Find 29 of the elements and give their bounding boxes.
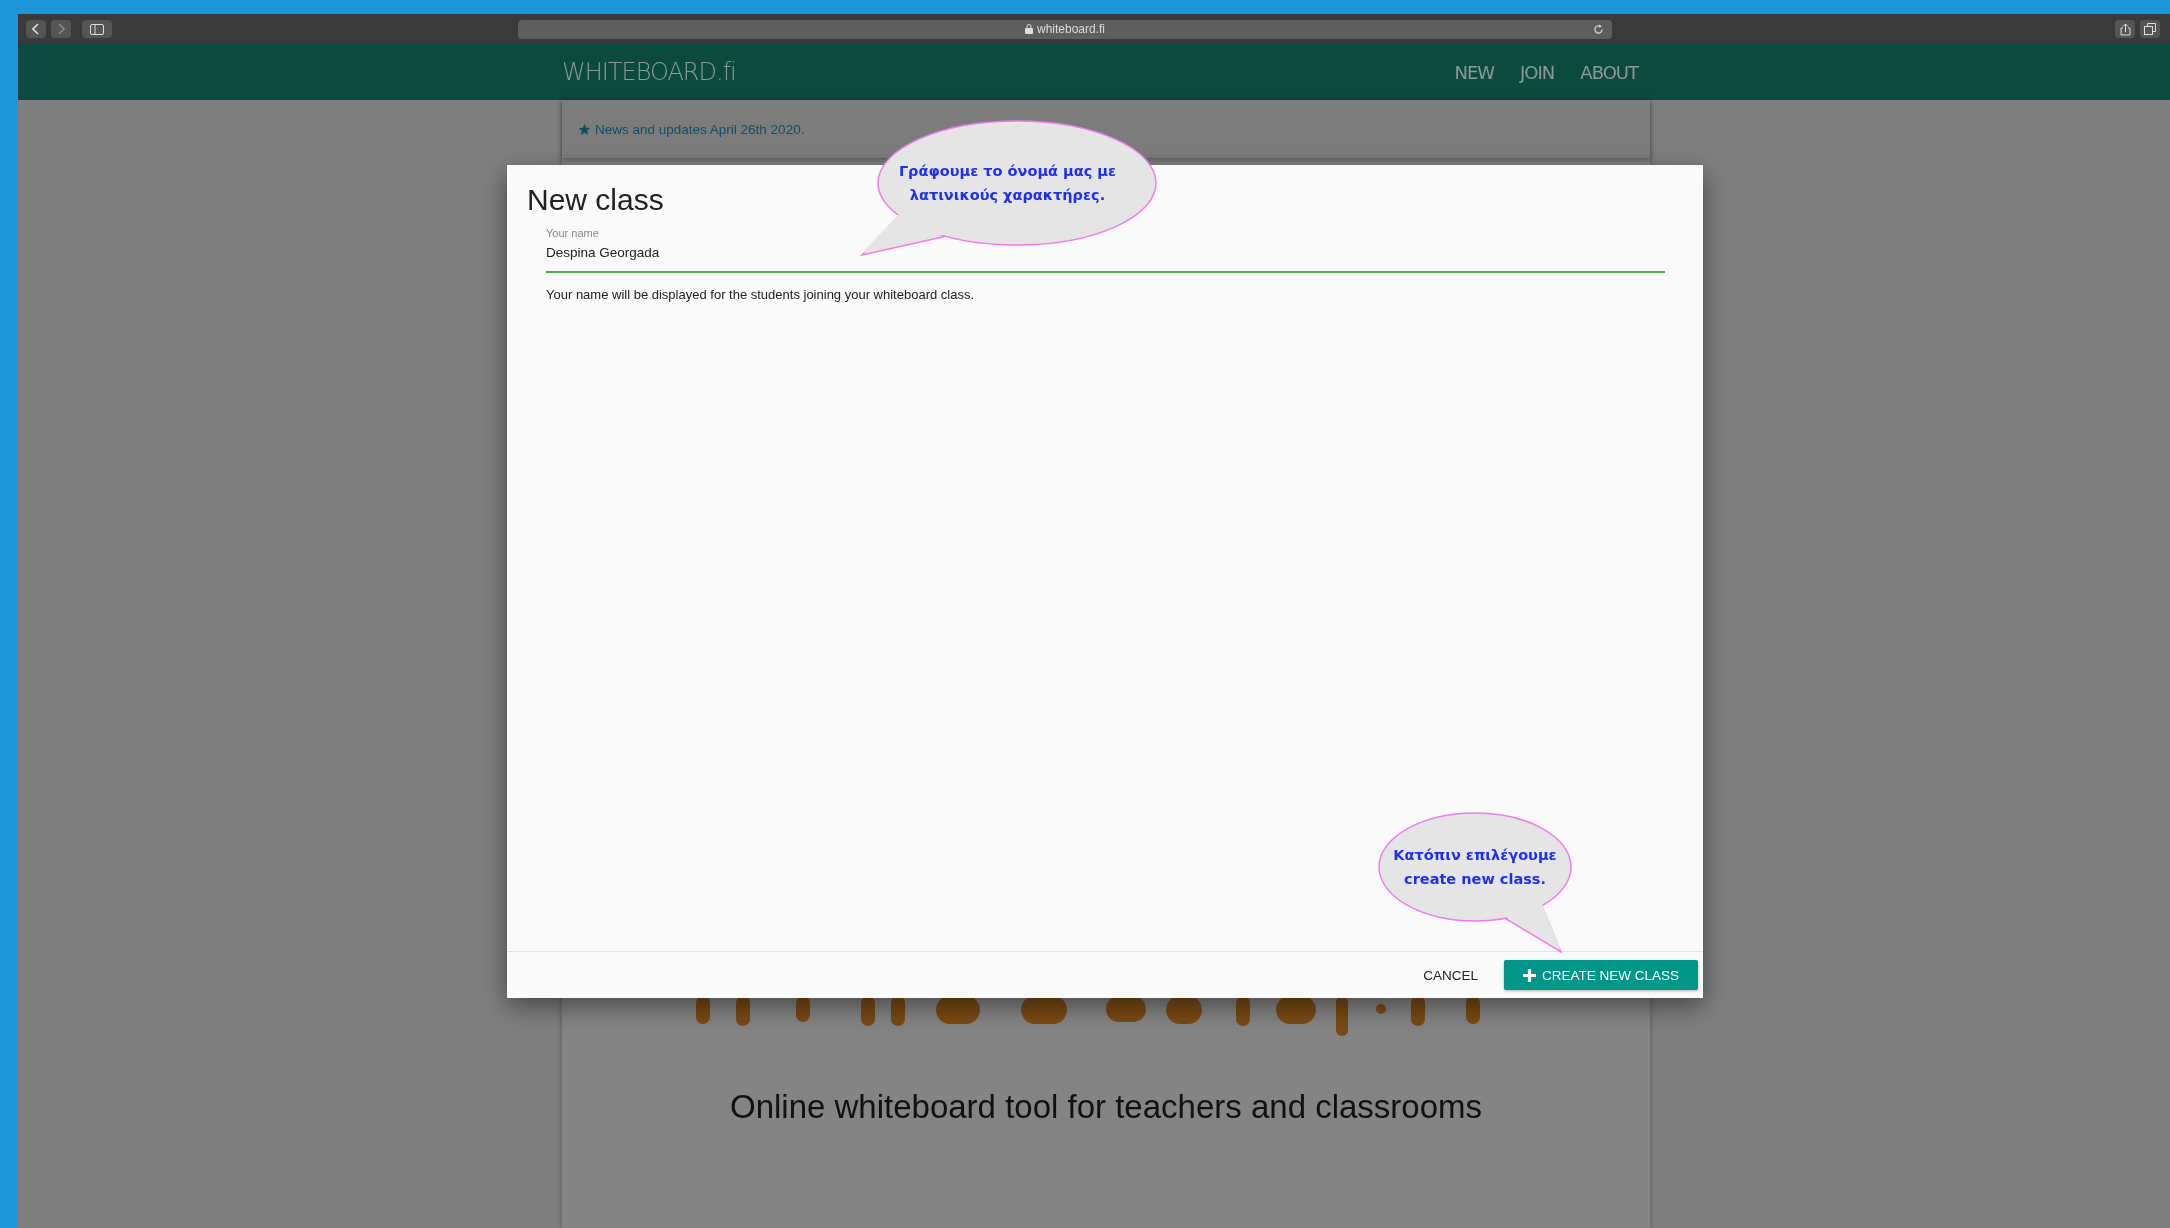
url-text: whiteboard.fi <box>1036 22 1105 36</box>
forward-button[interactable] <box>51 20 71 38</box>
back-button[interactable] <box>26 20 46 38</box>
news-link[interactable]: News and updates April 26th 2020. <box>578 121 805 137</box>
lock-icon <box>1024 24 1033 34</box>
callout-text: Κατόπιν επιλέγουμε create new class. <box>1392 846 1558 889</box>
create-class-button[interactable]: CREATE NEW CLASS <box>1504 960 1698 990</box>
plus-icon <box>1523 968 1536 982</box>
share-button[interactable] <box>2115 20 2135 38</box>
forward-icon <box>57 23 65 35</box>
reload-icon[interactable] <box>1593 23 1604 35</box>
nav-link[interactable]: ABOUT <box>1580 61 1638 83</box>
helper-text: Your name will be displayed for the students joining your whiteboard class. <box>546 287 975 302</box>
sidebar-icon <box>90 23 104 35</box>
tabs-button[interactable] <box>2140 20 2160 38</box>
nav-link[interactable]: JOIN <box>1520 61 1555 83</box>
address-bar[interactable]: whiteboard.fi <box>518 19 1612 39</box>
share-icon <box>2119 22 2131 36</box>
back-icon <box>32 23 40 35</box>
callout-text: Γράφουμε το όνομά μας με λατινικούς χαρακτήρες. <box>897 162 1118 205</box>
dialog-title: New class <box>527 183 664 217</box>
sidebar-button[interactable] <box>82 20 112 38</box>
star-icon <box>578 122 591 136</box>
site-logo[interactable]: WHITEBOARD.fi <box>562 58 736 86</box>
nav-link[interactable]: NEW <box>1454 61 1495 83</box>
field-label: Your name <box>546 227 599 239</box>
tabs-icon <box>2144 23 2156 35</box>
cancel-button[interactable]: CANCEL <box>1417 960 1484 990</box>
tagline: Online whiteboard tool for teachers and classrooms <box>729 1088 1483 1126</box>
